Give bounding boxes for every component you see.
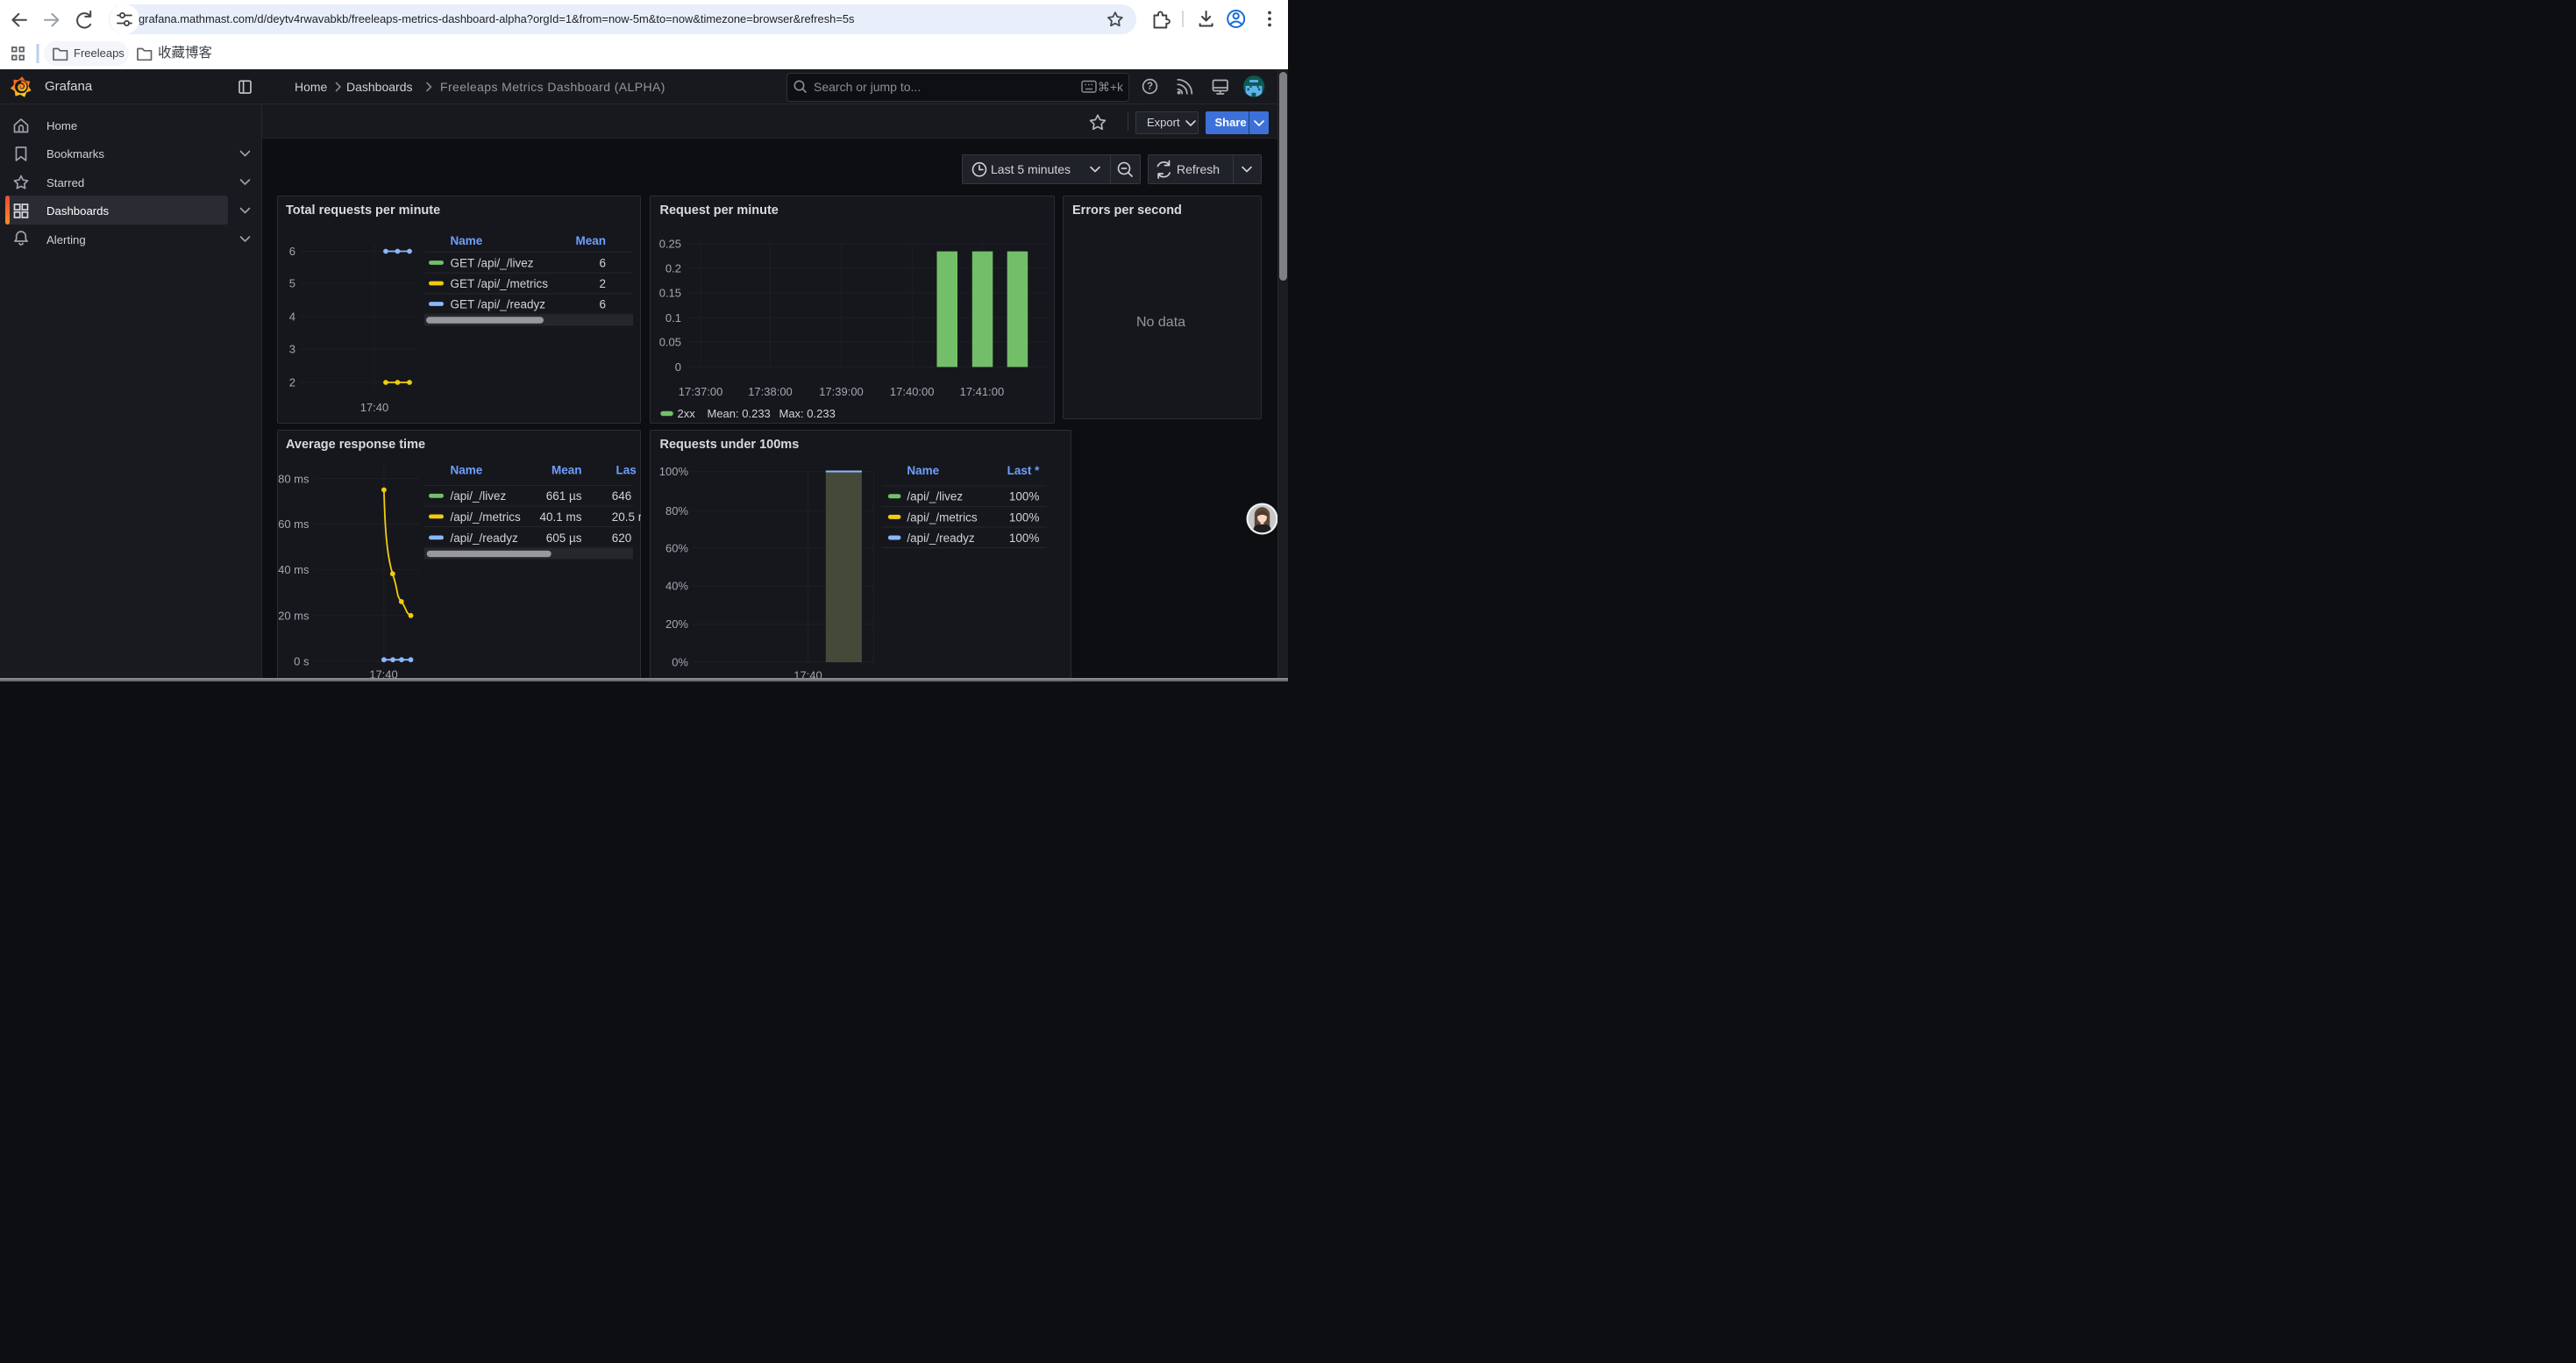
- svg-text:6: 6: [599, 256, 606, 269]
- svg-text:40.1 ms: 40.1 ms: [539, 510, 581, 524]
- svg-text:17:39:00: 17:39:00: [819, 385, 864, 398]
- svg-text:Mean: Mean: [575, 234, 606, 247]
- svg-text:Last *: Last *: [1007, 464, 1040, 477]
- svg-text:17:37:00: 17:37:00: [678, 385, 722, 398]
- svg-text:0: 0: [674, 360, 680, 374]
- svg-text:4: 4: [289, 310, 295, 324]
- svg-text:60%: 60%: [665, 541, 687, 554]
- svg-text:605 µs: 605 µs: [546, 532, 582, 545]
- svg-text:60 ms: 60 ms: [278, 517, 310, 531]
- svg-text:2xx: 2xx: [677, 407, 695, 420]
- svg-text:/api/_/metrics: /api/_/metrics: [451, 510, 522, 524]
- svg-text:/api/_/livez: /api/_/livez: [451, 489, 507, 503]
- svg-text:6: 6: [599, 297, 606, 310]
- svg-text:/api/_/readyz: /api/_/readyz: [451, 532, 519, 545]
- svg-text:20%: 20%: [665, 617, 687, 631]
- svg-text:20.5 r: 20.5 r: [612, 510, 641, 524]
- svg-text:Mean: Mean: [551, 464, 582, 477]
- svg-text:80 ms: 80 ms: [278, 472, 310, 485]
- svg-text:17:40: 17:40: [360, 401, 389, 414]
- svg-text:17:41:00: 17:41:00: [959, 385, 1004, 398]
- svg-text:100%: 100%: [1008, 510, 1039, 524]
- svg-text:100%: 100%: [1008, 489, 1039, 503]
- svg-text:661 µs: 661 µs: [546, 489, 582, 503]
- svg-text:6: 6: [289, 245, 295, 258]
- svg-text:40%: 40%: [665, 579, 687, 592]
- svg-text:0.05: 0.05: [658, 336, 680, 349]
- svg-text:?: ?: [1147, 82, 1153, 92]
- svg-text:Mean: 0.233: Mean: 0.233: [707, 407, 770, 420]
- svg-text:40 ms: 40 ms: [278, 563, 310, 576]
- svg-text:Name: Name: [451, 234, 483, 247]
- svg-text:80%: 80%: [665, 503, 687, 517]
- svg-text:0 s: 0 s: [294, 654, 310, 667]
- svg-text:/api/_/metrics: /api/_/metrics: [907, 510, 978, 524]
- svg-text:0%: 0%: [672, 655, 688, 668]
- svg-text:3: 3: [289, 343, 295, 356]
- svg-text:17:38:00: 17:38:00: [748, 385, 793, 398]
- svg-text:Las: Las: [616, 464, 637, 477]
- svg-text:17:40:00: 17:40:00: [889, 385, 934, 398]
- svg-text:GET /api/_/readyz: GET /api/_/readyz: [451, 297, 546, 310]
- svg-text:0.15: 0.15: [658, 287, 680, 300]
- svg-text:0.2: 0.2: [665, 261, 680, 275]
- svg-text:0.1: 0.1: [665, 311, 680, 325]
- svg-text:Name: Name: [451, 464, 483, 477]
- svg-text:100%: 100%: [658, 465, 688, 478]
- svg-text:100%: 100%: [1008, 531, 1039, 544]
- svg-text:2: 2: [289, 376, 295, 389]
- svg-text:0.25: 0.25: [658, 237, 680, 250]
- svg-text:2: 2: [599, 277, 606, 290]
- svg-text:Name: Name: [907, 464, 939, 477]
- svg-text:646: 646: [612, 489, 632, 503]
- svg-text:/api/_/readyz: /api/_/readyz: [907, 531, 975, 544]
- svg-text:Max: 0.233: Max: 0.233: [779, 407, 835, 420]
- svg-text:20 ms: 20 ms: [278, 609, 310, 622]
- svg-text:GET /api/_/metrics: GET /api/_/metrics: [451, 277, 549, 290]
- svg-text:5: 5: [289, 277, 295, 290]
- svg-text:/api/_/livez: /api/_/livez: [907, 489, 963, 503]
- svg-text:GET /api/_/livez: GET /api/_/livez: [451, 256, 534, 269]
- svg-text:620: 620: [612, 532, 632, 545]
